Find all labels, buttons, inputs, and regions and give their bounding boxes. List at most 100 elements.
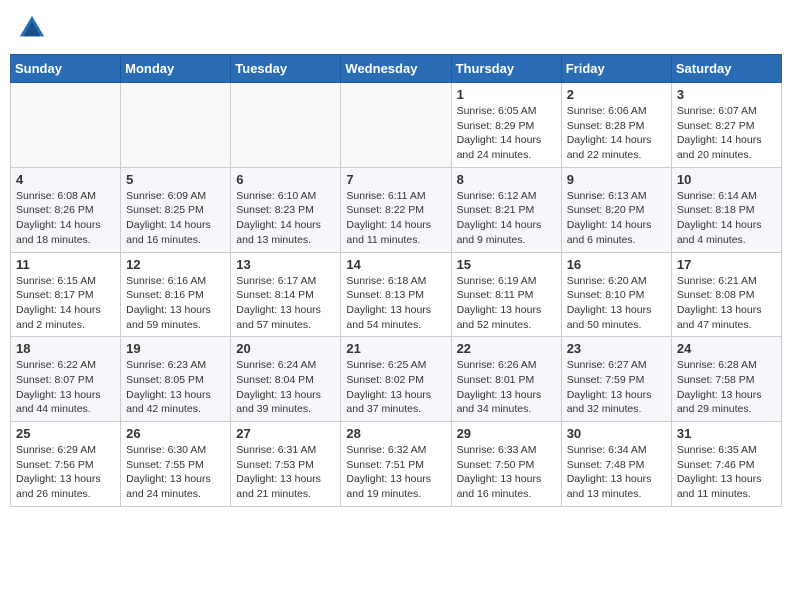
calendar-cell: 13 Sunrise: 6:17 AM Sunset: 8:14 PM Dayli… (231, 252, 341, 337)
calendar-cell: 20 Sunrise: 6:24 AM Sunset: 8:04 PM Dayli… (231, 337, 341, 422)
day-number: 25 (16, 426, 115, 441)
day-number: 26 (126, 426, 225, 441)
day-info: Sunrise: 6:31 AM Sunset: 7:53 PM Dayligh… (236, 443, 335, 502)
logo-icon (18, 14, 46, 42)
calendar-cell: 10Sunrise: 6:14 AM Sunset: 8:18 PM Dayli… (671, 167, 781, 252)
calendar-cell: 15 Sunrise: 6:19 AM Sunset: 8:11 PM Dayli… (451, 252, 561, 337)
day-info: Sunrise: 6:15 AM Sunset: 8:17 PM Dayligh… (16, 274, 115, 333)
day-info: Sunrise: 6:28 AM Sunset: 7:58 PM Dayligh… (677, 358, 776, 417)
day-info: Sunrise: 6:25 AM Sunset: 8:02 PM Dayligh… (346, 358, 445, 417)
calendar-table: SundayMondayTuesdayWednesdayThursdayFrid… (10, 54, 782, 507)
day-info: Sunrise: 6:32 AM Sunset: 7:51 PM Dayligh… (346, 443, 445, 502)
calendar-week-row: 1 Sunrise: 6:05 AM Sunset: 8:29 PM Daylig… (11, 83, 782, 168)
day-info: Sunrise: 6:16 AM Sunset: 8:16 PM Dayligh… (126, 274, 225, 333)
calendar-cell (231, 83, 341, 168)
logo (18, 14, 50, 42)
day-number: 8 (457, 172, 556, 187)
day-info: Sunrise: 6:11 AM Sunset: 8:22 PM Dayligh… (346, 189, 445, 248)
day-info: Sunrise: 6:26 AM Sunset: 8:01 PM Dayligh… (457, 358, 556, 417)
day-number: 6 (236, 172, 335, 187)
calendar-cell: 16 Sunrise: 6:20 AM Sunset: 8:10 PM Dayli… (561, 252, 671, 337)
weekday-header-wednesday: Wednesday (341, 55, 451, 83)
day-number: 21 (346, 341, 445, 356)
calendar-cell: 30 Sunrise: 6:34 AM Sunset: 7:48 PM Dayli… (561, 422, 671, 507)
calendar-cell: 9 Sunrise: 6:13 AM Sunset: 8:20 PM Daylig… (561, 167, 671, 252)
day-number: 30 (567, 426, 666, 441)
day-number: 22 (457, 341, 556, 356)
calendar-cell: 23 Sunrise: 6:27 AM Sunset: 7:59 PM Dayli… (561, 337, 671, 422)
day-number: 24 (677, 341, 776, 356)
calendar-cell (121, 83, 231, 168)
day-info: Sunrise: 6:14 AM Sunset: 8:18 PM Dayligh… (677, 189, 776, 248)
calendar-cell: 5 Sunrise: 6:09 AM Sunset: 8:25 PM Daylig… (121, 167, 231, 252)
day-info: Sunrise: 6:08 AM Sunset: 8:26 PM Dayligh… (16, 189, 115, 248)
calendar-cell: 22 Sunrise: 6:26 AM Sunset: 8:01 PM Dayli… (451, 337, 561, 422)
day-number: 2 (567, 87, 666, 102)
calendar-cell: 3Sunrise: 6:07 AM Sunset: 8:27 PM Daylig… (671, 83, 781, 168)
day-number: 31 (677, 426, 776, 441)
weekday-header-monday: Monday (121, 55, 231, 83)
day-number: 23 (567, 341, 666, 356)
calendar-cell: 7 Sunrise: 6:11 AM Sunset: 8:22 PM Daylig… (341, 167, 451, 252)
calendar-cell: 17 Sunrise: 6:21 AM Sunset: 8:08 PM Dayli… (671, 252, 781, 337)
calendar-week-row: 4Sunrise: 6:08 AM Sunset: 8:26 PM Daylig… (11, 167, 782, 252)
calendar-cell: 27Sunrise: 6:31 AM Sunset: 7:53 PM Dayli… (231, 422, 341, 507)
day-info: Sunrise: 6:13 AM Sunset: 8:20 PM Dayligh… (567, 189, 666, 248)
day-number: 3 (677, 87, 776, 102)
calendar-cell: 29Sunrise: 6:33 AM Sunset: 7:50 PM Dayli… (451, 422, 561, 507)
day-number: 9 (567, 172, 666, 187)
calendar-cell: 18 Sunrise: 6:22 AM Sunset: 8:07 PM Dayli… (11, 337, 121, 422)
weekday-header-saturday: Saturday (671, 55, 781, 83)
calendar-cell: 21 Sunrise: 6:25 AM Sunset: 8:02 PM Dayli… (341, 337, 451, 422)
day-info: Sunrise: 6:09 AM Sunset: 8:25 PM Dayligh… (126, 189, 225, 248)
day-number: 16 (567, 257, 666, 272)
day-info: Sunrise: 6:27 AM Sunset: 7:59 PM Dayligh… (567, 358, 666, 417)
day-info: Sunrise: 6:21 AM Sunset: 8:08 PM Dayligh… (677, 274, 776, 333)
calendar-cell: 31 Sunrise: 6:35 AM Sunset: 7:46 PM Dayli… (671, 422, 781, 507)
day-number: 7 (346, 172, 445, 187)
day-number: 19 (126, 341, 225, 356)
calendar-cell (11, 83, 121, 168)
calendar-cell: 6Sunrise: 6:10 AM Sunset: 8:23 PM Daylig… (231, 167, 341, 252)
calendar-cell (341, 83, 451, 168)
calendar-cell: 4Sunrise: 6:08 AM Sunset: 8:26 PM Daylig… (11, 167, 121, 252)
day-info: Sunrise: 6:23 AM Sunset: 8:05 PM Dayligh… (126, 358, 225, 417)
day-info: Sunrise: 6:19 AM Sunset: 8:11 PM Dayligh… (457, 274, 556, 333)
weekday-header-friday: Friday (561, 55, 671, 83)
day-info: Sunrise: 6:30 AM Sunset: 7:55 PM Dayligh… (126, 443, 225, 502)
calendar-cell: 19 Sunrise: 6:23 AM Sunset: 8:05 PM Dayli… (121, 337, 231, 422)
weekday-header-sunday: Sunday (11, 55, 121, 83)
calendar-cell: 12Sunrise: 6:16 AM Sunset: 8:16 PM Dayli… (121, 252, 231, 337)
day-number: 20 (236, 341, 335, 356)
calendar-header-row: SundayMondayTuesdayWednesdayThursdayFrid… (11, 55, 782, 83)
calendar-cell: 25Sunrise: 6:29 AM Sunset: 7:56 PM Dayli… (11, 422, 121, 507)
day-info: Sunrise: 6:06 AM Sunset: 8:28 PM Dayligh… (567, 104, 666, 163)
calendar-cell: 24 Sunrise: 6:28 AM Sunset: 7:58 PM Dayli… (671, 337, 781, 422)
day-number: 11 (16, 257, 115, 272)
day-info: Sunrise: 6:20 AM Sunset: 8:10 PM Dayligh… (567, 274, 666, 333)
calendar-cell: 1 Sunrise: 6:05 AM Sunset: 8:29 PM Daylig… (451, 83, 561, 168)
day-info: Sunrise: 6:17 AM Sunset: 8:14 PM Dayligh… (236, 274, 335, 333)
day-info: Sunrise: 6:22 AM Sunset: 8:07 PM Dayligh… (16, 358, 115, 417)
page-header (10, 10, 782, 46)
day-number: 1 (457, 87, 556, 102)
weekday-header-thursday: Thursday (451, 55, 561, 83)
calendar-week-row: 18 Sunrise: 6:22 AM Sunset: 8:07 PM Dayli… (11, 337, 782, 422)
day-number: 13 (236, 257, 335, 272)
day-number: 14 (346, 257, 445, 272)
day-info: Sunrise: 6:05 AM Sunset: 8:29 PM Dayligh… (457, 104, 556, 163)
day-info: Sunrise: 6:18 AM Sunset: 8:13 PM Dayligh… (346, 274, 445, 333)
day-number: 18 (16, 341, 115, 356)
day-number: 17 (677, 257, 776, 272)
calendar-week-row: 25Sunrise: 6:29 AM Sunset: 7:56 PM Dayli… (11, 422, 782, 507)
day-info: Sunrise: 6:35 AM Sunset: 7:46 PM Dayligh… (677, 443, 776, 502)
day-info: Sunrise: 6:24 AM Sunset: 8:04 PM Dayligh… (236, 358, 335, 417)
day-info: Sunrise: 6:34 AM Sunset: 7:48 PM Dayligh… (567, 443, 666, 502)
calendar-cell: 11 Sunrise: 6:15 AM Sunset: 8:17 PM Dayli… (11, 252, 121, 337)
calendar-cell: 28Sunrise: 6:32 AM Sunset: 7:51 PM Dayli… (341, 422, 451, 507)
day-number: 15 (457, 257, 556, 272)
day-number: 5 (126, 172, 225, 187)
weekday-header-tuesday: Tuesday (231, 55, 341, 83)
calendar-week-row: 11 Sunrise: 6:15 AM Sunset: 8:17 PM Dayli… (11, 252, 782, 337)
day-info: Sunrise: 6:12 AM Sunset: 8:21 PM Dayligh… (457, 189, 556, 248)
